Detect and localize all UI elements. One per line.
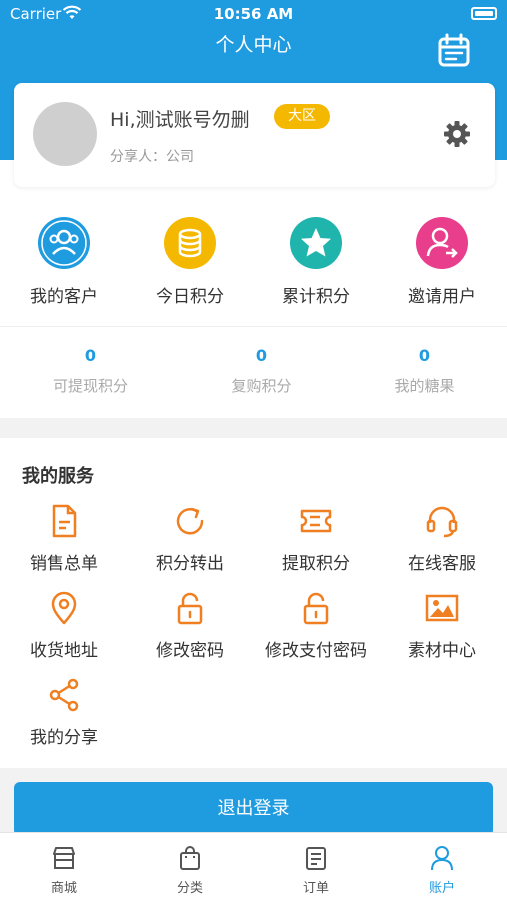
sharer-label: 分享人：公司 [110, 149, 194, 165]
service-label: 提取积分 [282, 554, 350, 574]
refresh-icon [176, 507, 204, 535]
share-icon [49, 678, 79, 712]
service-label: 修改支付密码 [265, 641, 367, 661]
gear-icon[interactable] [442, 119, 472, 149]
user-icon [431, 846, 453, 871]
service-label: 在线客服 [408, 554, 476, 574]
store-icon [53, 847, 75, 869]
service-label: 积分转出 [156, 554, 224, 574]
logout-button[interactable]: 退出登录 [14, 782, 493, 836]
service-label: 修改密码 [156, 641, 224, 661]
user-greeting: Hi,测试账号勿删 [110, 109, 250, 131]
coins-icon [164, 217, 216, 269]
service-sales-orders[interactable]: 销售总单 [1, 503, 127, 574]
tab-bar: 商城 分类 订单 账户 [0, 832, 507, 900]
tab-store[interactable]: 商城 [1, 845, 127, 896]
battery-icon [471, 7, 497, 20]
ticket-icon [300, 509, 332, 533]
service-my-share[interactable]: 我的分享 [1, 677, 127, 748]
quick-action-label: 邀请用户 [408, 287, 476, 307]
invite-user-icon [416, 217, 468, 269]
tab-account[interactable]: 账户 [379, 845, 505, 896]
service-withdraw-points[interactable]: 提取积分 [253, 503, 379, 574]
order-list-icon [306, 847, 326, 870]
stat-my-candy[interactable]: 0 我的糖果 [340, 346, 507, 396]
services-title: 我的服务 [22, 466, 94, 487]
service-points-transfer[interactable]: 积分转出 [127, 503, 253, 574]
status-bar: Carrier 10:56 AM [0, 0, 507, 30]
region-badge: 大区 [274, 104, 330, 129]
tab-label: 商城 [50, 881, 77, 896]
star-icon [290, 217, 342, 269]
tab-label: 账户 [428, 881, 455, 896]
image-icon [425, 594, 459, 622]
quick-action-label: 累计积分 [282, 287, 350, 307]
tab-orders[interactable]: 订单 [253, 845, 379, 896]
customers-icon [38, 217, 90, 269]
stat-withdrawable-points[interactable]: 0 可提现积分 [6, 346, 175, 396]
service-online-support[interactable]: 在线客服 [379, 503, 505, 574]
tab-label: 分类 [176, 881, 203, 896]
calendar-icon[interactable] [436, 33, 472, 69]
quick-action-label: 我的客户 [30, 287, 98, 307]
stat-repurchase-points[interactable]: 0 复购积分 [177, 346, 346, 396]
quick-action-label: 今日积分 [156, 287, 224, 307]
stat-value: 0 [255, 346, 268, 365]
tab-label: 订单 [302, 881, 329, 896]
service-change-pay-password[interactable]: 修改支付密码 [253, 590, 379, 661]
stat-value: 0 [84, 346, 97, 365]
quick-action-today-points[interactable]: 今日积分 [127, 216, 253, 307]
document-icon [52, 504, 77, 538]
clock: 10:56 AM [213, 5, 294, 23]
avatar[interactable] [33, 102, 97, 166]
service-change-password[interactable]: 修改密码 [127, 590, 253, 661]
service-label: 销售总单 [30, 554, 98, 574]
service-shipping-address[interactable]: 收货地址 [1, 590, 127, 661]
shopping-bag-icon [180, 846, 200, 870]
service-label: 素材中心 [408, 641, 476, 661]
lock-icon [177, 592, 203, 625]
service-label: 我的分享 [30, 728, 98, 748]
stat-label: 我的糖果 [394, 377, 455, 395]
lock-icon [303, 592, 329, 625]
quick-action-customers[interactable]: 我的客户 [1, 216, 127, 307]
headset-icon [426, 506, 458, 538]
stat-value: 0 [418, 346, 431, 365]
stat-label: 可提现积分 [52, 377, 128, 395]
page-title: 个人中心 [215, 34, 292, 56]
tab-category[interactable]: 分类 [127, 845, 253, 896]
location-pin-icon [51, 591, 77, 625]
stat-label: 复购积分 [231, 377, 292, 395]
quick-action-total-points[interactable]: 累计积分 [253, 216, 379, 307]
divider [0, 326, 507, 327]
service-material-center[interactable]: 素材中心 [379, 590, 505, 661]
profile-card: Hi,测试账号勿删 大区 分享人：公司 [14, 83, 495, 187]
service-label: 收货地址 [30, 641, 98, 661]
quick-action-invite-user[interactable]: 邀请用户 [379, 216, 505, 307]
